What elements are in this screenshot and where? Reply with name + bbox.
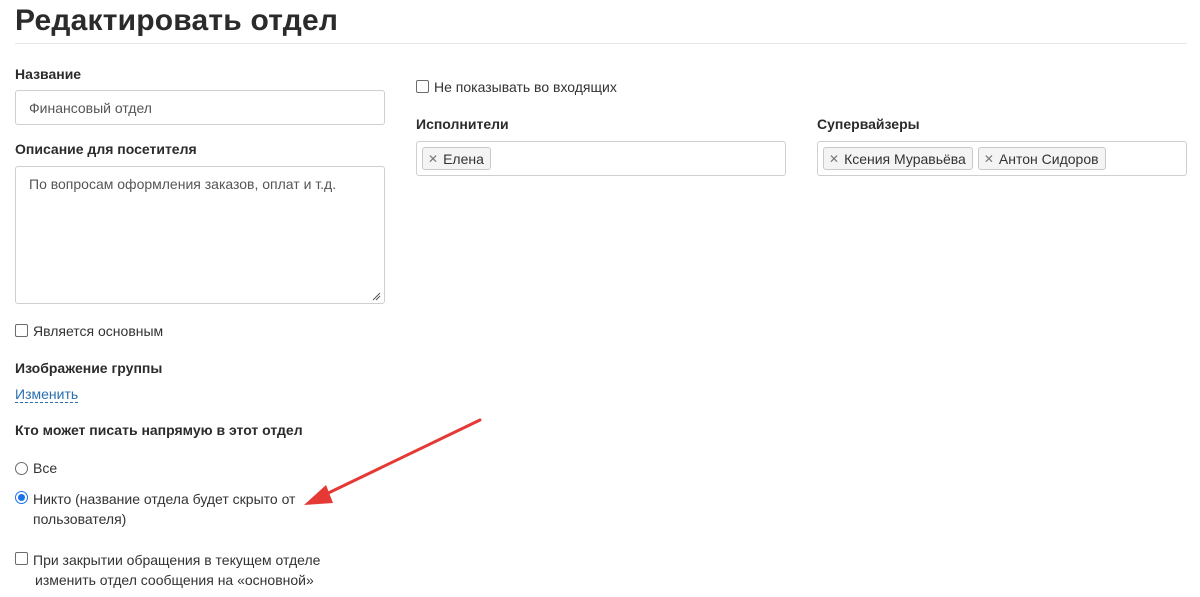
supervisors-field[interactable]: ✕ Ксения Муравьёва ✕ Антон Сидоров	[817, 141, 1187, 176]
hide-in-inbox-checkbox[interactable]	[416, 80, 429, 93]
supervisors-label: Супервайзеры	[817, 116, 920, 132]
close-icon[interactable]: ✕	[984, 153, 994, 165]
close-icon[interactable]: ✕	[829, 153, 839, 165]
description-textarea[interactable]: По вопросам оформления заказов, оплат и …	[15, 166, 385, 304]
annotation-arrow-icon	[304, 418, 482, 505]
close-icon[interactable]: ✕	[428, 153, 438, 165]
supervisor-tag: ✕ Антон Сидоров	[977, 147, 1106, 170]
title-divider	[15, 43, 1187, 44]
supervisor-tag: ✕ Ксения Муравьёва	[823, 147, 973, 170]
who-can-write-label: Кто может писать напрямую в этот отдел	[15, 422, 303, 438]
page-title: Редактировать отдел	[15, 4, 339, 37]
is-main-checkbox-row[interactable]: Является основным	[15, 323, 163, 339]
radio-all[interactable]	[15, 462, 28, 475]
radio-row-nobody[interactable]: Никто (название отдела будет скрыто от п…	[15, 489, 295, 529]
radio-nobody[interactable]	[15, 491, 28, 504]
on-close-label-line2: изменить отдел сообщения на «основной»	[35, 572, 314, 588]
executor-tag: ✕ Елена	[422, 147, 491, 170]
is-main-label: Является основным	[33, 323, 164, 339]
on-close-checkbox[interactable]	[15, 552, 28, 565]
on-close-label: При закрытии обращения в текущем отделе …	[33, 550, 320, 590]
supervisor-tag-label: Антон Сидоров	[998, 150, 1099, 167]
radio-all-label: Все	[33, 460, 58, 476]
on-close-checkbox-row[interactable]: При закрытии обращения в текущем отделе …	[15, 550, 320, 590]
executor-tag-label: Елена	[443, 150, 484, 167]
name-label: Название	[15, 66, 82, 82]
hide-in-inbox-checkbox-row[interactable]: Не показывать во входящих	[416, 79, 617, 95]
radio-row-all[interactable]: Все	[15, 460, 57, 476]
radio-nobody-label: Никто (название отдела будет скрыто от п…	[33, 489, 295, 529]
change-image-link[interactable]: Изменить	[15, 386, 79, 403]
radio-nobody-label-line2: пользователя)	[33, 511, 127, 527]
description-label: Описание для посетителя	[15, 141, 197, 157]
name-input[interactable]	[15, 90, 385, 125]
on-close-label-line1: При закрытии обращения в текущем отделе	[33, 552, 321, 568]
is-main-checkbox[interactable]	[15, 324, 28, 337]
radio-nobody-label-line1: Никто (название отдела будет скрыто от	[33, 491, 296, 507]
hide-in-inbox-label: Не показывать во входящих	[434, 79, 617, 95]
resize-grip-icon[interactable]	[371, 291, 381, 301]
executors-field[interactable]: ✕ Елена	[416, 141, 786, 176]
supervisor-tag-label: Ксения Муравьёва	[844, 150, 966, 167]
executors-label: Исполнители	[416, 116, 509, 132]
image-label: Изображение группы	[15, 360, 163, 376]
